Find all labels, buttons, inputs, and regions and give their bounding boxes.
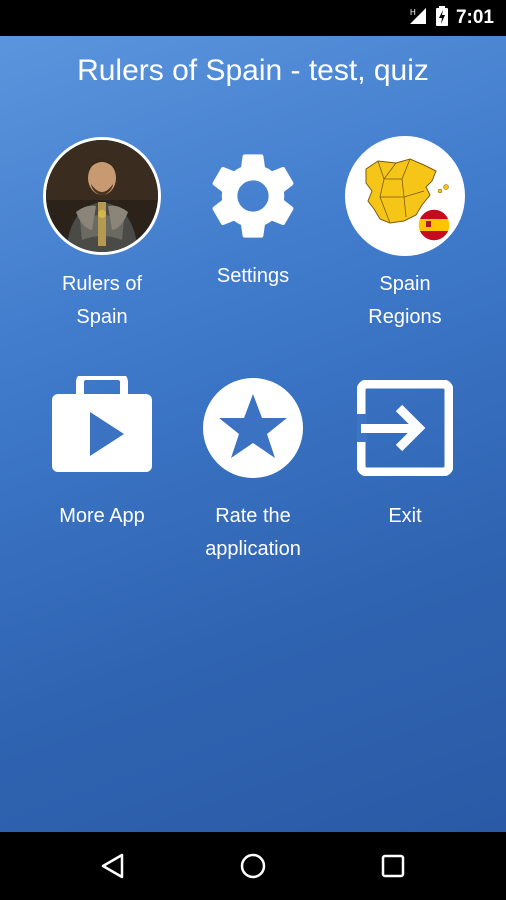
rate-app-button[interactable]: Rate the application [177,366,329,566]
spain-regions-label: Spain Regions [368,273,442,328]
exit-icon [343,366,467,490]
back-icon[interactable] [93,846,133,886]
status-icons: H 7:01 [408,0,494,36]
rulers-of-spain-button[interactable]: Rulers of Spain [26,134,178,334]
phone-screen: H 7:01 Rulers of Spain - test, quiz Rule… [0,0,506,900]
more-app-label: More App [59,505,145,527]
status-time: 7:01 [455,7,494,28]
svg-text:H: H [410,8,416,17]
status-bar: H 7:01 [0,0,506,36]
settings-button[interactable]: Settings [177,134,329,293]
rulers-of-spain-label: Rulers of Spain [61,273,143,328]
rate-app-label: Rate the application [205,505,301,560]
ruler-portrait-image [43,137,161,255]
more-app-button[interactable]: More App [26,366,178,533]
navigation-bar [0,832,506,900]
spain-map-icon [343,134,467,258]
battery-charging-icon [435,5,448,31]
signal-icon: H [408,6,428,31]
star-icon [191,366,315,490]
spain-regions-button[interactable]: Spain Regions [329,134,481,334]
exit-label: Exit [388,505,422,527]
home-icon[interactable] [233,846,273,886]
settings-label: Settings [216,265,290,287]
main-menu-screen: Rulers of Spain - test, quiz Rulers of S… [0,36,506,832]
ruler-portrait-icon [40,134,164,258]
app-title: Rulers of Spain - test, quiz [77,54,429,87]
play-store-icon [40,366,164,490]
recents-icon[interactable] [373,846,413,886]
exit-button[interactable]: Exit [329,366,481,533]
gear-icon [191,134,315,258]
